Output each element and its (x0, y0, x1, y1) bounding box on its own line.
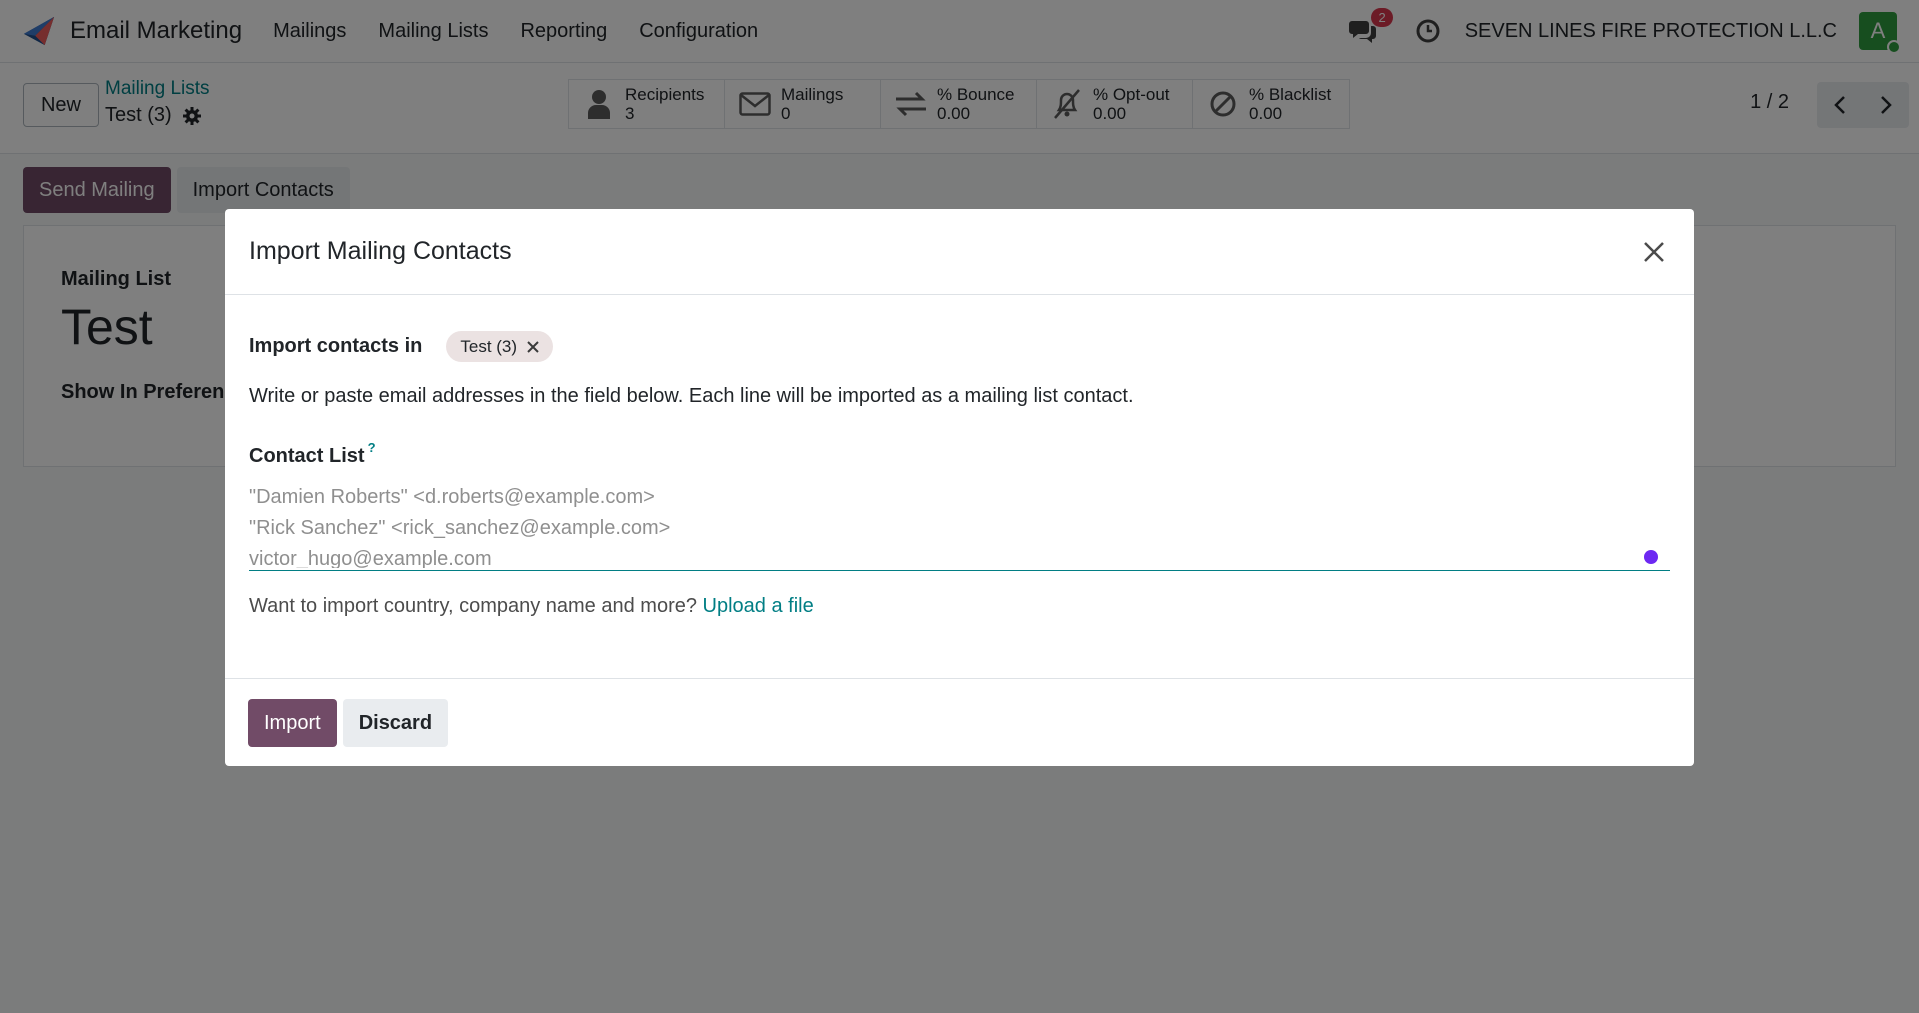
help-tooltip-icon[interactable]: ? (368, 440, 376, 455)
tag-label: Test (3) (460, 336, 518, 356)
dialog-body: Import contacts in Test (3) Write or pas… (225, 295, 1694, 679)
dialog-title: Import Mailing Contacts (249, 237, 512, 265)
contact-list-field (249, 482, 1670, 571)
mailing-list-tag: Test (3) (446, 331, 554, 362)
close-icon[interactable] (1638, 236, 1670, 268)
contact-list-label-text: Contact List (249, 445, 365, 467)
remove-tag-icon[interactable] (527, 340, 539, 353)
import-button[interactable]: Import (248, 699, 337, 747)
upload-row: Want to import country, company name and… (249, 595, 814, 618)
import-contacts-dialog: Import Mailing Contacts Import contacts … (225, 209, 1694, 766)
dialog-footer: Import Discard (225, 680, 1694, 766)
discard-button[interactable]: Discard (342, 699, 449, 747)
import-in-row: Import contacts in Test (3) (249, 331, 554, 362)
contact-list-label: Contact List? (249, 440, 376, 468)
upload-file-link[interactable]: Upload a file (703, 595, 814, 617)
contact-list-textarea[interactable] (249, 482, 1670, 568)
grammar-extension-dot-icon[interactable] (1644, 550, 1658, 564)
help-text: Write or paste email addresses in the fi… (249, 385, 1134, 407)
dialog-header: Import Mailing Contacts (225, 209, 1694, 295)
import-in-label: Import contacts in (249, 335, 423, 357)
upload-prefix: Want to import country, company name and… (249, 595, 697, 617)
